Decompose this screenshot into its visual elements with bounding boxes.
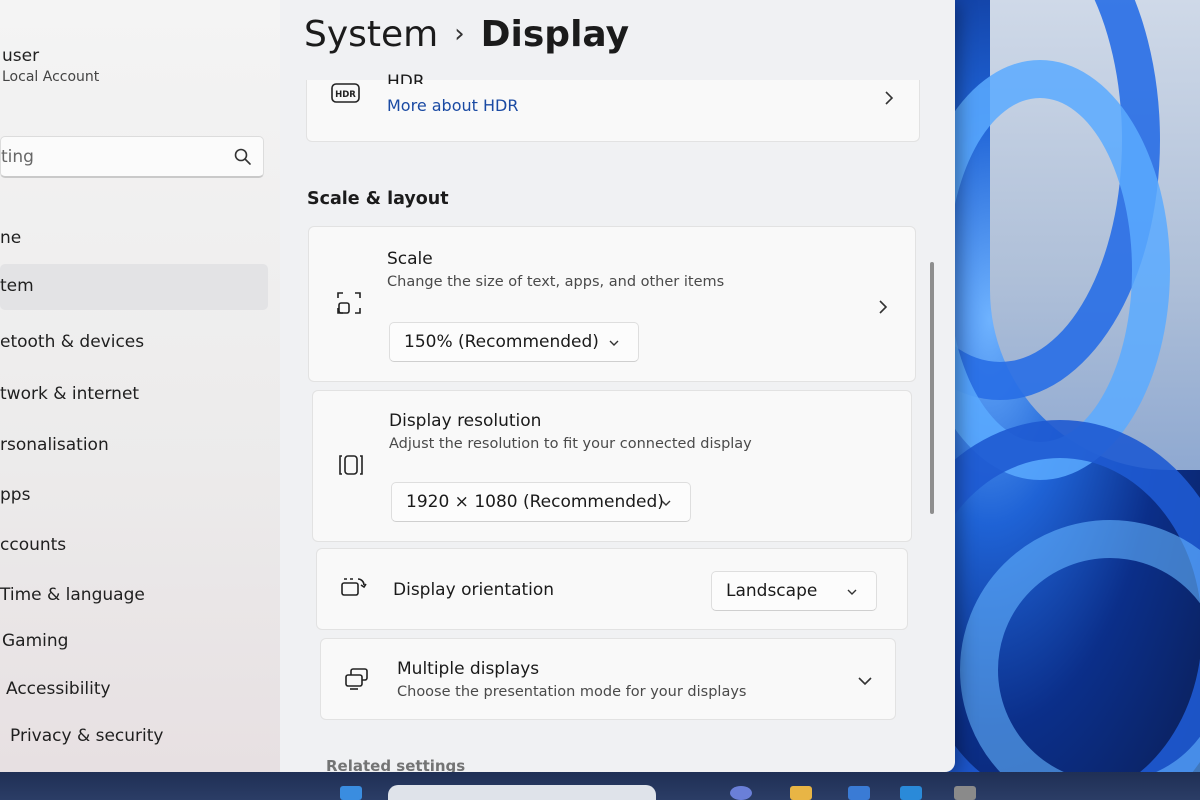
page-title: Display xyxy=(480,14,630,55)
sidebar-item-gaming[interactable]: Gaming xyxy=(0,619,268,665)
section-heading: Scale & layout xyxy=(307,189,449,209)
user-name: user xyxy=(2,46,40,66)
sidebar-item-label: rsonalisation xyxy=(0,435,109,455)
search-icon[interactable] xyxy=(233,147,253,167)
orientation-card: Display orientation Landscape xyxy=(316,548,908,630)
chevron-down-icon xyxy=(661,500,671,506)
multiple-displays-title: Multiple displays xyxy=(397,659,540,679)
sidebar-item-personalisation[interactable]: rsonalisation xyxy=(0,423,268,469)
sidebar-item-home[interactable]: ne xyxy=(0,216,268,262)
sidebar-item-privacy-security[interactable]: Privacy & security xyxy=(0,714,268,760)
sidebar-item-label: Privacy & security xyxy=(10,726,164,746)
sidebar-item-label: etooth & devices xyxy=(0,332,145,352)
sidebar-item-label: ne xyxy=(0,228,22,248)
resolution-subtitle: Adjust the resolution to fit your connec… xyxy=(389,436,752,452)
sidebar-item-time-language[interactable]: Time & language xyxy=(0,573,268,619)
sidebar-item-network-internet[interactable]: twork & internet xyxy=(0,372,268,418)
multiple-displays-subtitle: Choose the presentation mode for your di… xyxy=(397,684,747,700)
taskbar xyxy=(0,772,1200,800)
orientation-dropdown-value: Landscape xyxy=(726,581,818,601)
taskbar-search-box[interactable] xyxy=(388,785,656,800)
resolution-dropdown-value: 1920 × 1080 (Recommended) xyxy=(406,492,664,512)
orientation-title: Display orientation xyxy=(393,580,555,600)
app-icon[interactable] xyxy=(848,786,870,800)
scale-dropdown-value: 150% (Recommended) xyxy=(404,332,599,352)
sidebar: user Local Account ne tem etooth & devic… xyxy=(0,0,280,772)
sidebar-item-label: twork & internet xyxy=(0,384,140,404)
resolution-dropdown[interactable]: 1920 × 1080 (Recommended) xyxy=(391,482,691,522)
settings-window: user Local Account ne tem etooth & devic… xyxy=(0,0,955,775)
sidebar-item-label: Gaming xyxy=(2,631,69,651)
multiple-displays-icon xyxy=(345,668,368,690)
chevron-right-icon[interactable] xyxy=(881,90,897,106)
settings-gear-icon[interactable] xyxy=(954,786,976,800)
resolution-title: Display resolution xyxy=(389,411,542,431)
main-content: System › Display HDR HDR More about HDR Sc… xyxy=(280,0,940,772)
sidebar-item-label: tem xyxy=(0,276,34,296)
multiple-displays-card[interactable]: Multiple displays Choose the presentatio… xyxy=(320,638,896,720)
search-input[interactable] xyxy=(1,147,201,167)
hdr-card[interactable]: HDR HDR More about HDR xyxy=(306,72,920,142)
sidebar-item-label: Accessibility xyxy=(6,679,111,699)
hdr-title: HDR xyxy=(387,72,425,84)
sidebar-item-apps[interactable]: pps xyxy=(0,473,268,519)
resolution-card[interactable]: Display resolution Adjust the resolution… xyxy=(312,390,912,542)
scale-dropdown[interactable]: 150% (Recommended) xyxy=(389,322,639,362)
app-icon[interactable] xyxy=(730,786,752,800)
breadcrumb-separator-icon: › xyxy=(454,19,465,49)
chevron-down-icon xyxy=(609,340,619,346)
sidebar-item-label: pps xyxy=(0,485,31,505)
start-icon[interactable] xyxy=(340,786,362,800)
hdr-icon: HDR xyxy=(331,83,360,103)
scale-card[interactable]: Scale Change the size of text, apps, and… xyxy=(308,226,916,382)
scrollbar-thumb[interactable] xyxy=(930,262,934,514)
resolution-icon xyxy=(339,455,363,475)
orientation-dropdown[interactable]: Landscape xyxy=(711,571,877,611)
user-account-type: Local Account xyxy=(2,69,100,85)
folder-icon[interactable] xyxy=(790,786,812,800)
hdr-icon-text: HDR xyxy=(335,90,356,100)
orientation-icon xyxy=(341,578,367,596)
sidebar-item-bluetooth-devices[interactable]: etooth & devices xyxy=(0,320,268,366)
breadcrumb-parent[interactable]: System xyxy=(304,14,438,55)
chevron-down-icon xyxy=(847,589,857,595)
breadcrumb: System › Display xyxy=(304,14,629,55)
sidebar-item-label: ccounts xyxy=(0,535,67,555)
scale-subtitle: Change the size of text, apps, and other… xyxy=(387,274,725,290)
app-icon[interactable] xyxy=(900,786,922,800)
hdr-more-link[interactable]: More about HDR xyxy=(387,96,518,115)
scale-title: Scale xyxy=(387,249,433,269)
sidebar-item-accounts[interactable]: ccounts xyxy=(0,523,268,569)
sidebar-item-label: Time & language xyxy=(0,585,145,605)
settings-search-box[interactable] xyxy=(0,136,264,178)
scale-icon xyxy=(337,292,361,314)
sidebar-item-system[interactable]: tem xyxy=(0,264,268,310)
sidebar-item-accessibility[interactable]: Accessibility xyxy=(0,667,268,713)
chevron-down-icon[interactable] xyxy=(857,673,873,689)
chevron-right-icon[interactable] xyxy=(875,299,891,315)
